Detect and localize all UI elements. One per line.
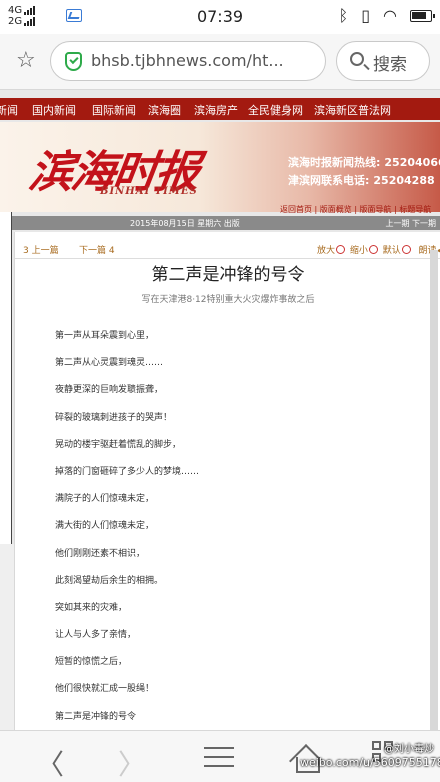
article: 3 上一篇 下一篇 4 放大 缩小 默认 朗读◀ 第二声是冲锋的号令 写在天津港… (14, 232, 440, 732)
menu-icon[interactable] (204, 747, 234, 767)
address-bar[interactable]: bhsb.tjbhnews.com/ht... (50, 41, 326, 81)
date-bar: 2015年08月15日 星期六 出版 上一期 下一期 (12, 216, 440, 230)
shrink-button[interactable]: 缩小 (350, 246, 368, 256)
poem-line: 短暂的惊慌之后， (55, 657, 128, 668)
divider (15, 258, 440, 259)
issue-date: 2015年08月15日 星期六 出版 (130, 219, 240, 228)
site-nav-item[interactable]: 滨海房产 (194, 102, 238, 118)
poem-line: 第一声从耳朵震到心里， (55, 331, 155, 341)
site-nav-item[interactable]: 全民健身网 (248, 102, 303, 118)
poem-line: 晃动的楼宇驱赶着慌乱的脚步， (55, 439, 182, 450)
contact-label: 津滨网联系电话: (288, 174, 370, 187)
site-nav: 新闻 国内新闻 国际新闻 滨海圈 滨海房产 全民健身网 滨海新区普法网 (0, 98, 440, 120)
status-bar: 4G 2G 07:39 ᛒ ▯ ◠ (0, 0, 440, 34)
bookmark-star-icon[interactable]: ☆ (16, 48, 36, 73)
poem-line: 此刻渴望劫后余生的相拥。 (55, 575, 164, 586)
hotline-label: 滨海时报新闻热线: (288, 156, 381, 169)
site-nav-item[interactable]: 滨海新区普法网 (314, 102, 391, 118)
enlarge-button[interactable]: 放大 (317, 246, 335, 256)
next-article-link[interactable]: 下一篇 4 (79, 243, 115, 256)
poem-line: 满大街的人们惊魂未定， (55, 521, 155, 532)
browser-toolbar: ☆ bhsb.tjbhnews.com/ht... 搜索 (0, 34, 440, 90)
vibrate-icon: ▯ (361, 6, 371, 25)
article-body: 第一声从耳朵震到心里， 第二声从心灵震到魂灵…… 夜静更深的巨响发聩振聋， 碎裂… (55, 328, 415, 736)
poem-line: 夜静更深的巨响发聩振聋， (55, 385, 164, 396)
newspaper-logo-sub: BINHAI TIMES (100, 186, 198, 197)
hotline-number: 25204066 (384, 156, 440, 169)
prev-article-link[interactable]: 3 上一篇 (23, 243, 59, 256)
subnav-links[interactable]: 返回首页 | 版面概览 | 版面导航 | 标题导航 (280, 204, 431, 215)
issue-nav[interactable]: 上一期 下一期 (385, 218, 436, 229)
forward-button[interactable]: 〉 (118, 743, 146, 782)
poem-line: 他们刚刚还素不相识， (55, 548, 146, 559)
search-button[interactable]: 搜索 (336, 41, 430, 81)
back-button[interactable]: 〈 (36, 743, 64, 782)
secure-shield-icon (65, 52, 82, 71)
watermark-url: weibo.com/u/5609755178 (300, 756, 440, 769)
search-label: 搜索 (373, 55, 407, 75)
poem-line: 第二声从心灵震到魂灵…… (55, 358, 164, 369)
poem-line: 他们很快就汇成一股绳！ (55, 684, 155, 695)
poem-line: 满院子的人们惊魂未定， (55, 494, 155, 505)
site-nav-item[interactable]: 国内新闻 (32, 102, 76, 118)
contact: 津滨网联系电话: 25204288 (288, 172, 435, 188)
search-icon (350, 52, 364, 66)
zoom-in-icon[interactable] (336, 245, 346, 254)
wifi-icon: ◠ (383, 6, 397, 25)
site-nav-item[interactable]: 滨海圈 (148, 102, 181, 118)
poem-line: 突如其来的灾难， (55, 602, 128, 613)
site-nav-item[interactable]: 新闻 (0, 102, 18, 118)
masthead-subnav: 返回首页 | 版面概览 | 版面导航 | 标题导航 (0, 204, 440, 216)
left-margin (0, 544, 14, 734)
article-subtitle: 写在天津港8·12特别重大火灾爆炸事故之后 (141, 295, 315, 305)
poem-line: 让人与人多了亲情， (55, 630, 137, 641)
article-toolbar: 3 上一篇 下一篇 4 放大 缩小 默认 朗读◀ (15, 240, 440, 256)
hotline: 滨海时报新闻热线: 25204066 (288, 154, 440, 170)
poem-line: 掉落的门窗砸碎了多少人的梦境…… (55, 466, 200, 477)
default-size-button[interactable]: 默认 (383, 246, 401, 256)
contact-number: 25204288 (373, 174, 435, 187)
article-title: 第二声是冲锋的号令 (151, 265, 305, 285)
watermark-handle: @刘小毒炒 (384, 744, 434, 755)
poem-line: 碎裂的玻璃刺进孩子的哭声！ (55, 412, 173, 423)
reset-icon[interactable] (401, 245, 411, 254)
scroll-gutter (430, 250, 438, 730)
battery-icon (410, 9, 435, 22)
site-nav-item[interactable]: 国际新闻 (92, 102, 136, 118)
zoom-out-icon[interactable] (368, 245, 378, 254)
bluetooth-icon: ᛒ (338, 6, 349, 25)
url-text: bhsb.tjbhnews.com/ht... (91, 51, 284, 70)
masthead: 滨海时报 BINHAI TIMES 滨海时报新闻热线: 25204066 津滨网联… (0, 122, 440, 212)
screen: 4G 2G 07:39 ᛒ ▯ ◠ ☆ bhsb.tjbhnews.com/ht… (0, 0, 440, 782)
